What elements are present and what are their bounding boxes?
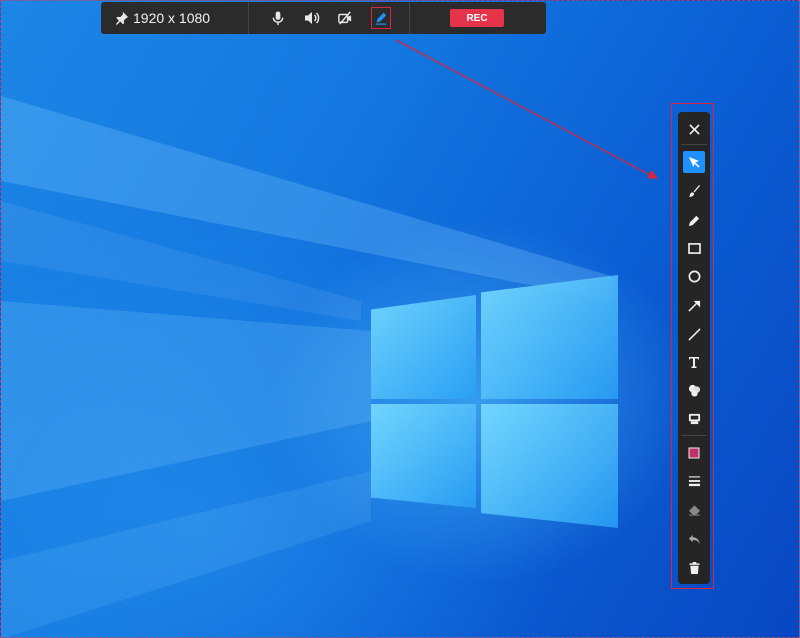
select-cursor-icon[interactable]: [683, 151, 705, 173]
toolbar-divider: [681, 144, 707, 145]
windows-logo-pane-bottom-left: [371, 404, 476, 508]
brush-icon[interactable]: [683, 180, 705, 202]
speaker-icon[interactable]: [303, 10, 321, 26]
eraser-icon[interactable]: [683, 499, 705, 521]
color-fill-icon[interactable]: [683, 379, 705, 401]
pin-icon[interactable]: [114, 10, 130, 26]
toolbar-divider: [248, 2, 249, 34]
resolution-label[interactable]: 1920 x 1080: [133, 10, 210, 26]
microphone-icon[interactable]: [270, 10, 286, 26]
line-icon[interactable]: [683, 323, 705, 345]
stamp-icon[interactable]: [683, 407, 705, 429]
close-icon[interactable]: [683, 118, 705, 140]
toolbar-divider: [409, 2, 410, 34]
color-swatch-icon[interactable]: [683, 442, 705, 464]
rec-button[interactable]: REC: [450, 9, 504, 27]
windows-logo-pane-top-right: [481, 275, 618, 399]
arrow-icon[interactable]: [683, 294, 705, 316]
recording-toolbar: 1920 x 1080 REC: [101, 2, 546, 34]
windows-logo-pane-bottom-right: [481, 404, 618, 528]
toolbar-divider: [681, 435, 707, 436]
annotate-button-highlight: [371, 7, 391, 29]
ellipse-icon[interactable]: [683, 265, 705, 287]
windows-logo-pane-top-left: [371, 295, 476, 399]
annotation-toolbar: [678, 112, 710, 584]
text-icon[interactable]: [683, 351, 705, 373]
rectangle-icon[interactable]: [683, 237, 705, 259]
camera-off-icon[interactable]: [337, 10, 353, 26]
undo-icon[interactable]: [683, 528, 705, 550]
pencil-icon[interactable]: [683, 209, 705, 231]
trash-icon[interactable]: [683, 557, 705, 579]
line-width-icon[interactable]: [683, 470, 705, 492]
